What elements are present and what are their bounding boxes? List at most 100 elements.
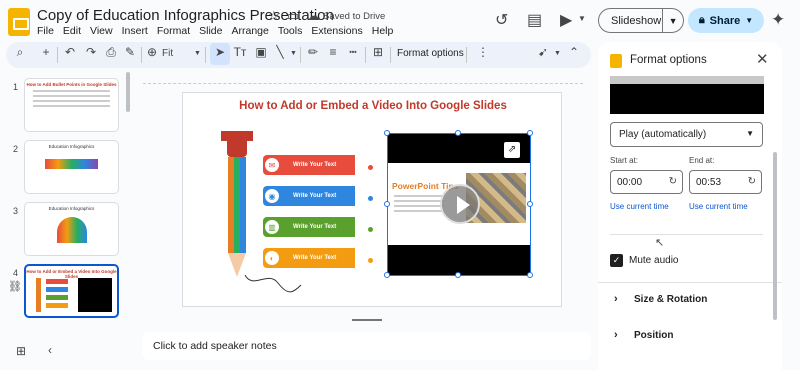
redo-icon[interactable]: ↷ [83, 45, 99, 59]
menu-slide[interactable]: Slide [199, 25, 222, 37]
end-label: End at: [689, 156, 715, 165]
move-folder-icon[interactable]: ▭ [287, 8, 299, 24]
menu-help[interactable]: Help [372, 25, 394, 37]
star-icon[interactable]: ☆ [268, 8, 280, 24]
list-item-text: Write Your Text [293, 224, 337, 230]
chevron-down-icon: ▼ [746, 129, 754, 138]
resize-handle[interactable] [527, 272, 533, 278]
menu-arrange[interactable]: Arrange [231, 25, 268, 37]
zoom-dropdown-icon[interactable]: ▼ [194, 50, 201, 57]
video-preview [610, 76, 764, 114]
collapse-filmstrip-icon[interactable]: ‹ [48, 343, 52, 357]
pen-icon[interactable]: ✏ [305, 45, 321, 59]
chevron-down-icon[interactable]: ▼ [663, 16, 683, 26]
slide-number: 3 [13, 206, 19, 216]
resize-handle[interactable] [384, 201, 390, 207]
slide-thumbnail-1[interactable]: How to Add Bullet Points in Google Slide… [24, 78, 119, 132]
slideshow-button[interactable]: Slideshow ▼ [598, 8, 684, 33]
collapse-toolbar-icon[interactable]: ⌃ [566, 45, 582, 59]
zoom-icon[interactable]: ⊕ [144, 45, 160, 59]
resize-handle[interactable] [455, 272, 461, 278]
panel-scrollbar[interactable] [773, 152, 777, 320]
search-icon[interactable]: ⌕ [12, 45, 28, 60]
new-slide-icon[interactable]: + [38, 45, 54, 59]
list-item-text: Write Your Text [293, 162, 337, 168]
border-weight-icon[interactable]: ≡ [325, 45, 341, 59]
section-label: Position [634, 330, 674, 341]
position-section[interactable]: › Position [614, 329, 673, 341]
graduation-cap-base [227, 141, 247, 157]
resize-handle[interactable] [527, 130, 533, 136]
paint-format-icon[interactable]: ✎ [122, 45, 138, 59]
chevron-right-icon: › [614, 329, 618, 341]
speaker-notes[interactable]: Click to add speaker notes [142, 332, 591, 360]
format-options-icon [610, 54, 622, 68]
pen-mode-dropdown-icon[interactable]: ▼ [554, 50, 561, 57]
refresh-icon[interactable]: ↻ [669, 176, 677, 187]
link-icon[interactable]: ⛓ [8, 280, 22, 293]
meet-icon[interactable]: ▶ [560, 10, 572, 30]
print-icon[interactable]: ⎙ [103, 45, 119, 60]
notes-resize-handle[interactable] [352, 319, 382, 321]
resize-handle[interactable] [527, 201, 533, 207]
line-icon[interactable]: ╲ [272, 45, 288, 59]
menu-edit[interactable]: Edit [63, 25, 81, 37]
gemini-icon[interactable]: ✦ [771, 10, 785, 30]
playback-select[interactable]: Play (automatically) ▼ [610, 122, 763, 147]
image-icon[interactable]: ▣ [253, 45, 269, 59]
resize-handle[interactable] [384, 130, 390, 136]
alt-text-icon[interactable]: ⊞ [370, 45, 386, 59]
slide-canvas[interactable]: How to Add or Embed a Video Into Google … [182, 92, 562, 307]
use-current-time-start[interactable]: Use current time [610, 202, 669, 211]
text-box-icon[interactable]: Tт [232, 45, 248, 59]
comments-icon[interactable]: ▤ [527, 10, 542, 30]
menu-format[interactable]: Format [157, 25, 190, 37]
pen-mode-icon[interactable]: ➹ [535, 45, 551, 59]
mute-audio-label[interactable]: Mute audio [629, 255, 678, 266]
share-button[interactable]: 🔒︎ Share ▼ [688, 8, 764, 33]
meet-dropdown-icon[interactable]: ▼ [578, 14, 586, 23]
slide-thumbnail-2[interactable]: Education Infographics [24, 140, 119, 194]
select-cursor-icon[interactable]: ➤ [212, 45, 228, 59]
resize-handle[interactable] [455, 130, 461, 136]
menu-tools[interactable]: Tools [278, 25, 303, 37]
globe-icon: ◉ [263, 187, 281, 205]
format-options-button[interactable]: Format options [397, 48, 464, 59]
toolbar-divider [141, 47, 142, 63]
cloud-saved-icon: ☁ [307, 8, 320, 23]
grid-view-icon[interactable]: ⊞ [16, 344, 26, 358]
start-time-field[interactable]: 00:00 ↻ [610, 170, 683, 194]
toolbar-divider [365, 47, 366, 63]
start-label: Start at: [610, 156, 639, 165]
toolbar-divider [57, 47, 58, 63]
more-options-icon[interactable]: ⋮ [475, 45, 491, 59]
history-icon[interactable]: ↺ [495, 10, 508, 30]
slides-logo[interactable] [8, 8, 30, 36]
use-current-time-end[interactable]: Use current time [689, 202, 748, 211]
refresh-icon[interactable]: ↻ [748, 176, 756, 187]
chat-icon: ✉ [263, 156, 281, 174]
share-label: Share [709, 14, 741, 27]
slide-title[interactable]: How to Add or Embed a Video Into Google … [183, 100, 563, 112]
border-dash-icon[interactable]: ┅ [345, 45, 361, 59]
menu-insert[interactable]: Insert [122, 25, 148, 37]
slide-thumbnail-3[interactable]: Education Infographics [24, 202, 119, 256]
chevron-down-icon[interactable]: ▼ [745, 16, 753, 25]
mouse-cursor-icon: ↖ [655, 237, 665, 249]
menu-bar: File Edit View Insert Format Slide Arran… [37, 25, 393, 37]
undo-icon[interactable]: ↶ [62, 45, 78, 59]
filmstrip-scrollbar[interactable] [126, 72, 130, 112]
ruler [143, 83, 583, 85]
close-icon[interactable]: ✕ [756, 50, 769, 68]
slide-thumbnail-4[interactable]: How to Add or Embed a Video Into Google … [24, 264, 119, 318]
menu-extensions[interactable]: Extensions [311, 25, 362, 37]
menu-view[interactable]: View [90, 25, 113, 37]
end-time-field[interactable]: 00:53 ↻ [689, 170, 762, 194]
thumbnail-title: Education Infographics [48, 206, 95, 211]
mute-audio-checkbox[interactable]: ✓ [610, 254, 623, 267]
line-dropdown-icon[interactable]: ▼ [290, 50, 297, 57]
size-rotation-section[interactable]: › Size & Rotation [614, 293, 707, 305]
zoom-select[interactable]: Fit [162, 48, 173, 59]
resize-handle[interactable] [384, 272, 390, 278]
menu-file[interactable]: File [37, 25, 54, 37]
